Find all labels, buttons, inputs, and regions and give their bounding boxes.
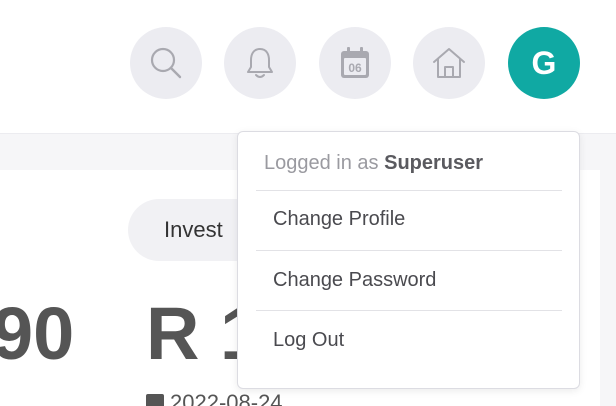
logged-in-username: Superuser: [384, 152, 484, 174]
divider: [256, 190, 562, 191]
search-button[interactable]: [130, 27, 202, 99]
user-dropdown-menu: Logged in as Superuser Change Profile Ch…: [237, 131, 580, 389]
stat-date: 2022-08-24: [146, 390, 283, 406]
notifications-button[interactable]: [224, 27, 296, 99]
stat-value-left: 90: [0, 292, 75, 375]
calendar-icon: 06: [341, 47, 369, 78]
change-profile-item[interactable]: Change Profile: [273, 208, 405, 231]
divider: [256, 250, 562, 251]
home-button[interactable]: [413, 27, 485, 99]
logged-in-label: Logged in as Superuser: [264, 152, 483, 175]
calendar-button[interactable]: 06: [319, 27, 391, 99]
calendar-day-text: 06: [348, 61, 362, 75]
calendar-small-icon: [146, 394, 164, 406]
user-avatar[interactable]: G: [508, 27, 580, 99]
home-icon: [433, 48, 465, 78]
log-out-item[interactable]: Log Out: [273, 329, 344, 352]
search-icon: [150, 47, 182, 79]
stat-date-text: 2022-08-24: [170, 390, 283, 406]
bell-icon: [247, 48, 273, 78]
top-navbar: 06 G: [0, 0, 616, 134]
change-password-item[interactable]: Change Password: [273, 269, 436, 292]
divider: [256, 310, 562, 311]
logged-in-prefix: Logged in as: [264, 152, 379, 174]
